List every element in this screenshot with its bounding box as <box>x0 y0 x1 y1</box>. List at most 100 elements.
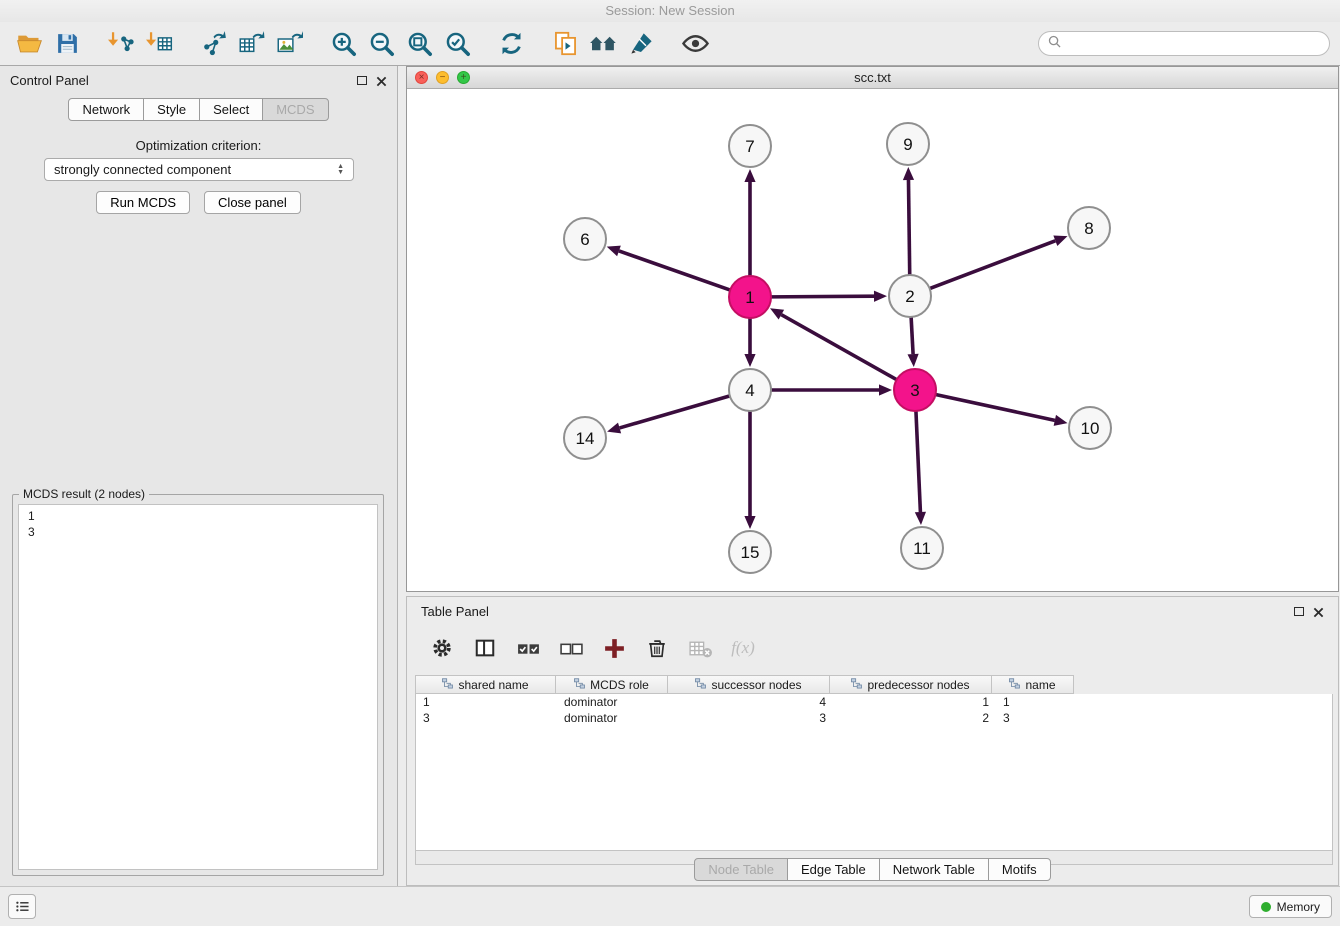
control-panel: Control Panel NetworkStyleSelectMCDS Opt… <box>0 66 398 886</box>
table-cell[interactable]: 2 <box>833 710 996 726</box>
table-panel-title: Table Panel <box>421 604 489 619</box>
function-builder-button: f(x) <box>730 638 756 658</box>
search-input[interactable] <box>1066 37 1320 51</box>
control-panel-header: Control Panel <box>0 66 397 94</box>
network-window-titlebar[interactable]: ×−+ scc.txt <box>407 67 1338 89</box>
float-table-panel-icon[interactable] <box>1294 607 1304 616</box>
mcds-result-text[interactable]: 1 3 <box>18 504 378 870</box>
table-settings-button[interactable] <box>429 637 455 659</box>
edge-3-11[interactable] <box>916 411 920 512</box>
close-panel-button[interactable]: Close panel <box>204 191 301 214</box>
close-window-button[interactable]: × <box>415 71 428 84</box>
control-panel-tabs: NetworkStyleSelectMCDS <box>0 98 397 121</box>
import-network-button[interactable] <box>102 26 140 62</box>
edge-2-9[interactable] <box>908 180 909 275</box>
run-mcds-button[interactable]: Run MCDS <box>96 191 190 214</box>
edge-2-8[interactable] <box>930 241 1056 289</box>
node-table: shared nameMCDS rolesuccessor nodes prede… <box>415 675 1333 865</box>
table-cell[interactable]: dominator <box>557 710 670 726</box>
tab-motifs[interactable]: Motifs <box>988 858 1051 881</box>
table-cell[interactable]: 1 <box>416 694 557 710</box>
tab-select[interactable]: Select <box>199 98 263 121</box>
zoom-fit-button[interactable] <box>400 26 438 62</box>
node-label: 4 <box>745 381 754 400</box>
edge-1-6[interactable] <box>619 251 730 290</box>
toolbar-separator <box>476 43 492 44</box>
column-header-successor-nodes[interactable]: successor nodes <box>667 675 830 694</box>
export-image-button[interactable] <box>270 26 308 62</box>
show-hide-button[interactable] <box>676 26 714 62</box>
node-label: 14 <box>576 429 595 448</box>
close-table-panel-icon[interactable] <box>1313 606 1324 617</box>
memory-button[interactable]: Memory <box>1249 895 1332 918</box>
table-cell[interactable]: 1 <box>996 694 1079 710</box>
export-network-button[interactable] <box>194 26 232 62</box>
toolbar-separator <box>178 43 194 44</box>
edge-2-3[interactable] <box>911 317 913 354</box>
zoom-window-button[interactable]: + <box>457 71 470 84</box>
tab-network[interactable]: Network <box>68 98 144 121</box>
save-session-button[interactable] <box>48 26 86 62</box>
edge-3-1[interactable] <box>781 315 896 380</box>
minimize-window-button[interactable]: − <box>436 71 449 84</box>
column-header-name[interactable]: name <box>991 675 1074 694</box>
edge-1-2[interactable] <box>771 296 874 297</box>
node-label: 15 <box>741 543 760 562</box>
table-cell[interactable]: 3 <box>670 710 833 726</box>
edge-arrowhead <box>744 516 755 529</box>
apply-style-button[interactable] <box>622 26 660 62</box>
toggle-panes-button[interactable] <box>472 637 498 659</box>
refresh-layout-button[interactable] <box>492 26 530 62</box>
edge-arrowhead <box>744 354 755 367</box>
tab-network-table[interactable]: Network Table <box>879 858 989 881</box>
column-header-predecessor-nodes[interactable]: predecessor nodes <box>829 675 992 694</box>
node-label: 1 <box>745 288 754 307</box>
node-label: 9 <box>903 135 912 154</box>
column-header-label: predecessor nodes <box>867 678 969 692</box>
duplicate-network-view-button[interactable] <box>546 26 584 62</box>
zoom-selected-button[interactable] <box>438 26 476 62</box>
close-panel-icon[interactable] <box>376 75 387 86</box>
mcds-result-groupbox: MCDS result (2 nodes) 1 3 <box>12 494 384 876</box>
status-menu-button[interactable] <box>8 894 36 919</box>
column-header-shared-name[interactable]: shared name <box>415 675 556 694</box>
table-cell[interactable]: 3 <box>996 710 1079 726</box>
tab-mcds[interactable]: MCDS <box>262 98 328 121</box>
edge-4-14[interactable] <box>620 396 730 428</box>
zoom-out-button[interactable] <box>362 26 400 62</box>
table-cell[interactable]: 3 <box>416 710 557 726</box>
network-canvas[interactable]: 7968124314101511 <box>407 89 1338 591</box>
mcds-result-title: MCDS result (2 nodes) <box>19 487 149 501</box>
delete-column-button[interactable] <box>644 637 670 659</box>
search-field[interactable] <box>1038 31 1330 56</box>
node-label: 10 <box>1081 419 1100 438</box>
float-panel-icon[interactable] <box>357 76 367 85</box>
table-cell[interactable]: 1 <box>833 694 996 710</box>
tab-node-table[interactable]: Node Table <box>694 858 788 881</box>
table-header-row: shared nameMCDS rolesuccessor nodes prede… <box>415 675 1333 694</box>
table-row[interactable]: 1dominator411 <box>416 694 1332 710</box>
column-type-icon <box>695 678 706 692</box>
first-neighbors-button[interactable] <box>584 26 622 62</box>
edge-arrowhead <box>607 246 621 257</box>
export-table-button[interactable] <box>232 26 270 62</box>
tab-style[interactable]: Style <box>143 98 200 121</box>
table-cell[interactable]: 4 <box>670 694 833 710</box>
table-cell[interactable]: dominator <box>557 694 670 710</box>
select-stepper-icon: ▲▼ <box>337 164 344 176</box>
column-header-MCDS-role[interactable]: MCDS role <box>555 675 668 694</box>
tab-edge-table[interactable]: Edge Table <box>787 858 880 881</box>
zoom-in-button[interactable] <box>324 26 362 62</box>
table-body: 1dominator4113dominator323 <box>415 694 1333 851</box>
import-table-button[interactable] <box>140 26 178 62</box>
table-row[interactable]: 3dominator323 <box>416 710 1332 726</box>
status-bar: Memory <box>0 886 1340 926</box>
create-column-button[interactable] <box>601 636 627 661</box>
clear-selection-button[interactable] <box>558 636 584 661</box>
search-icon <box>1048 35 1061 53</box>
optimization-criterion-select[interactable]: strongly connected component ▲▼ <box>44 158 354 181</box>
edge-3-10[interactable] <box>936 394 1055 420</box>
open-session-button[interactable] <box>10 26 48 62</box>
toolbar-separator <box>530 43 546 44</box>
select-all-rows-button[interactable] <box>515 636 541 661</box>
